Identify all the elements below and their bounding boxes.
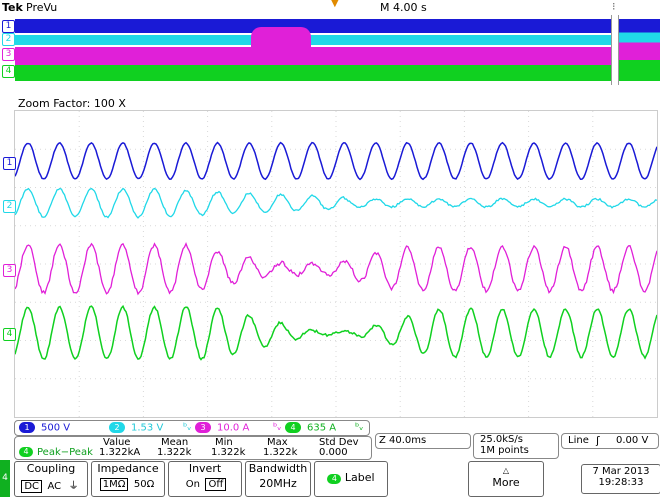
ch4-scale-readout[interactable]: 4 635 A — [285, 422, 336, 434]
label-button[interactable]: 4 Label — [314, 461, 388, 497]
ch3-scale-readout[interactable]: 3 10.0 A — [195, 422, 249, 434]
meas-max: 1.322k — [263, 447, 298, 458]
meas-value: 1.322kA — [99, 447, 141, 458]
overview-trace-tail — [619, 19, 660, 81]
overview-ch4-marker: 4 — [2, 65, 15, 78]
overview-ch3-marker: 3 — [2, 48, 15, 61]
ch2-badge: 2 — [109, 422, 125, 433]
waveform-ch2 — [15, 187, 657, 219]
sample-rate: 25.0kS/s — [480, 434, 523, 445]
record-overview[interactable] — [15, 15, 660, 91]
time: 19:28:33 — [598, 477, 644, 488]
trigger-slope-icon: ʃ — [596, 434, 600, 447]
label-channel-badge: 4 — [327, 474, 342, 484]
acquisition-state: PreVu — [26, 1, 58, 14]
ch3-ground-marker[interactable]: 3 — [3, 264, 16, 277]
coupling-dc[interactable]: DC — [21, 480, 43, 493]
ch1-scale: 500 V — [41, 422, 71, 434]
trigger-level: 0.00 V — [616, 435, 649, 446]
ch1-badge: 1 — [19, 422, 35, 433]
ch3-bandwidth-limit-icon: ᵇᵥ — [273, 422, 282, 433]
ch4-bandwidth-limit-icon: ᵇᵥ — [355, 422, 364, 433]
impedance-button[interactable]: Impedance 1MΩ 50Ω — [91, 461, 165, 497]
meas-std: 0.000 — [319, 447, 348, 458]
waveform-svg — [15, 111, 657, 417]
trigger-source: Line — [568, 435, 589, 446]
coupling-ac[interactable]: AC — [46, 481, 64, 492]
more-arrow-icon: △ — [502, 466, 510, 475]
invert-button[interactable]: Invert On Off — [168, 461, 242, 497]
impedance-50ohm[interactable]: 50Ω — [132, 479, 156, 490]
waveform-ch1 — [15, 141, 657, 181]
overview-trace-ch1 — [15, 19, 611, 33]
overview-trace-ch4 — [15, 65, 611, 81]
meas-name: Peak−Peak — [37, 447, 93, 458]
coupling-button[interactable]: Coupling DC AC ⏚ — [14, 461, 88, 497]
bandwidth-title: Bandwidth — [248, 462, 308, 475]
date-time-display: 7 Mar 2013 19:28:33 — [581, 464, 660, 494]
more-button[interactable]: △ More — [468, 461, 544, 497]
ch1-ground-marker[interactable]: 1 — [3, 157, 16, 170]
invert-title: Invert — [188, 462, 222, 475]
channel-readout-bar: 1 500 V 2 1.53 V ᵇᵥ 3 10.0 A ᵇᵥ 4 635 A ᵇᵥ — [14, 420, 370, 436]
ch2-bandwidth-limit-icon: ᵇᵥ — [183, 422, 192, 433]
overview-ch1-marker: 1 — [2, 20, 15, 33]
coupling-title: Coupling — [26, 462, 76, 475]
ch2-scale-readout[interactable]: 2 1.53 V — [109, 422, 163, 434]
zoom-factor-label: Zoom Factor: 100 X — [18, 97, 126, 110]
bandwidth-button[interactable]: Bandwidth 20MHz — [245, 461, 311, 497]
ch4-scale: 635 A — [307, 422, 337, 434]
trigger-readout[interactable]: Line ʃ 0.00 V — [561, 433, 659, 449]
zoom-position-readout[interactable]: Z 40.0ms — [375, 433, 471, 449]
timebase-readout: M 4.00 s — [380, 1, 427, 14]
zoom-position: Z 40.0ms — [379, 435, 427, 446]
menu-channel-indicator: 4 — [0, 460, 10, 497]
ch4-ground-marker[interactable]: 4 — [3, 328, 16, 341]
impedance-title: Impedance — [97, 462, 159, 475]
ch3-badge: 3 — [195, 422, 211, 433]
ch3-scale: 10.0 A — [217, 422, 250, 434]
status-bar: Tek PreVu ▼ M 4.00 s ⁝ — [0, 0, 660, 14]
date: 7 Mar 2013 — [592, 466, 650, 477]
ch4-badge: 4 — [285, 422, 301, 433]
acquisition-readout[interactable]: 25.0kS/s 1M points — [473, 433, 559, 459]
meas-mean: 1.322k — [157, 447, 192, 458]
record-end-marker: ⁝ — [612, 0, 616, 13]
ch2-scale: 1.53 V — [131, 422, 164, 434]
ch1-scale-readout[interactable]: 1 500 V — [19, 422, 70, 434]
overview-trace-ch2 — [15, 35, 611, 45]
bottom-menu-bar: 4 Coupling DC AC ⏚ Impedance 1MΩ 50Ω Inv… — [0, 460, 660, 497]
overview-zoom-highlight — [251, 27, 311, 53]
waveform-display[interactable] — [14, 110, 658, 418]
meas-min: 1.322k — [211, 447, 246, 458]
more-text: More — [492, 476, 520, 489]
meas-channel-badge: 4 — [19, 447, 33, 457]
brand-logo: Tek — [2, 1, 23, 14]
measurement-panel[interactable]: Value Mean Min Max Std Dev 4 Peak−Peak 1… — [14, 436, 372, 460]
ch2-ground-marker[interactable]: 2 — [3, 200, 16, 213]
graticule — [15, 111, 657, 417]
overview-ch2-marker: 2 — [2, 33, 15, 46]
zoom-window-box[interactable] — [611, 15, 619, 85]
label-text: Label — [344, 471, 375, 484]
impedance-1mohm[interactable]: 1MΩ — [99, 478, 129, 491]
coupling-gnd-icon[interactable]: ⏚ — [67, 477, 81, 492]
bandwidth-value: 20MHz — [259, 477, 297, 490]
trigger-position-marker: ▼ — [331, 0, 339, 9]
record-length: 1M points — [480, 445, 529, 456]
overview-trace-ch3 — [15, 47, 611, 65]
invert-on[interactable]: On — [184, 479, 202, 490]
invert-off[interactable]: Off — [205, 478, 227, 491]
